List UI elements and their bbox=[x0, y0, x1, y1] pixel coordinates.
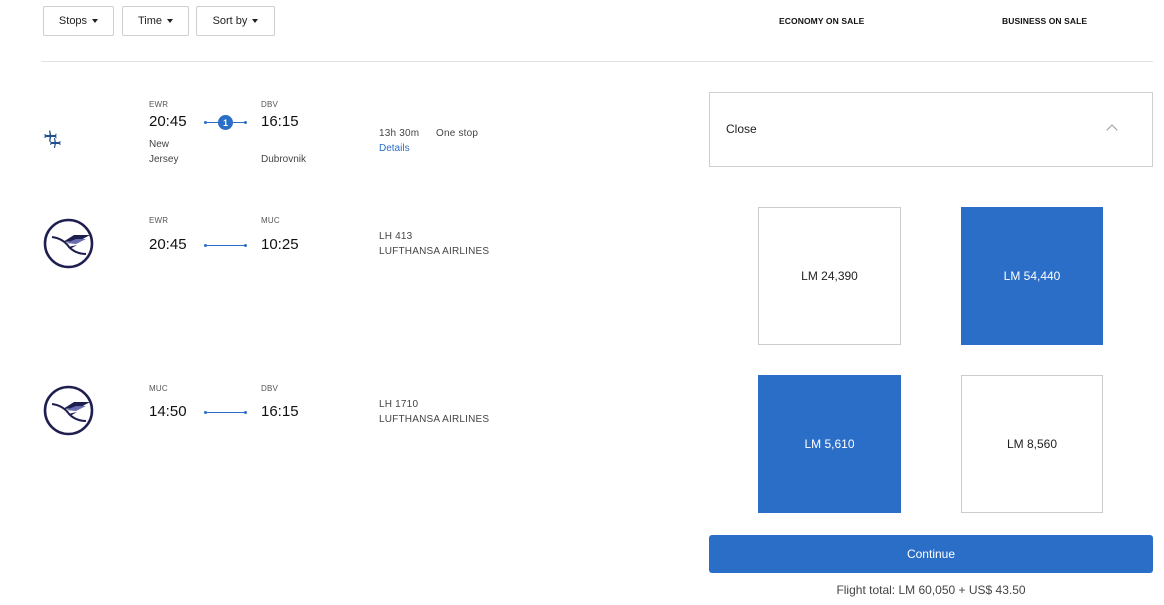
segment-2-flight-number: LH 1710 bbox=[379, 399, 419, 410]
lufthansa-logo bbox=[43, 385, 94, 436]
segment-1-airline: LUFTHANSA AIRLINES bbox=[379, 246, 490, 257]
continue-button[interactable]: Continue bbox=[709, 535, 1153, 573]
lufthansa-logo bbox=[43, 218, 94, 269]
itinerary-depart-city: New Jersey bbox=[149, 139, 179, 165]
fare-price: LM 24,390 bbox=[801, 269, 858, 283]
segment-2-economy-fare[interactable]: LM 5,610 bbox=[758, 375, 901, 513]
caret-down-icon bbox=[167, 19, 174, 23]
itinerary-depart-code: EWR bbox=[149, 100, 169, 109]
segment-1-flight-number: LH 413 bbox=[379, 231, 413, 242]
itinerary-arrive-code: DBV bbox=[261, 100, 279, 109]
stops-filter-button[interactable]: Stops bbox=[43, 6, 114, 36]
segment-1-arrive-code: MUC bbox=[261, 216, 280, 225]
fare-price: LM 8,560 bbox=[1006, 437, 1058, 451]
itinerary-arrive-city: Dubrovnik bbox=[261, 154, 307, 165]
segment-2-airline: LUFTHANSA AIRLINES bbox=[379, 414, 490, 425]
caret-down-icon bbox=[252, 19, 259, 23]
itinerary-stops-text: One stop bbox=[436, 128, 479, 139]
segment-2-arrive-code: DBV bbox=[261, 384, 279, 393]
time-filter-label: Time bbox=[137, 15, 163, 27]
sort-by-label: Sort by bbox=[212, 15, 248, 27]
route-end-dot bbox=[244, 121, 247, 124]
close-details-panel[interactable]: Close bbox=[709, 92, 1153, 167]
fare-price: LM 54,440 bbox=[1003, 269, 1061, 283]
sort-by-button[interactable]: Sort by bbox=[196, 6, 275, 36]
fare-price: LM 5,610 bbox=[804, 437, 855, 451]
stops-count-badge: 1 bbox=[218, 115, 233, 130]
route-end-dot bbox=[244, 244, 247, 247]
segment-1-arrive-time: 10:25 bbox=[261, 236, 299, 253]
itinerary-duration: 13h 30m bbox=[379, 128, 420, 139]
time-filter-button[interactable]: Time bbox=[122, 6, 189, 36]
details-link[interactable]: Details bbox=[379, 143, 410, 154]
segment-1-depart-code: EWR bbox=[149, 216, 169, 225]
segment-1-business-fare[interactable]: LM 54,440 bbox=[961, 207, 1103, 345]
segment-1-depart-time: 20:45 bbox=[149, 236, 187, 253]
segment-2-depart-time: 14:50 bbox=[149, 403, 187, 420]
itinerary-depart-time: 20:45 bbox=[149, 113, 187, 130]
route-end-dot bbox=[244, 411, 247, 414]
connecting-flights-icon bbox=[43, 129, 65, 151]
segment-1-economy-fare[interactable]: LM 24,390 bbox=[758, 207, 901, 345]
segment-2-route-line bbox=[205, 412, 246, 413]
flight-total: Flight total: LM 60,050 + US$ 43.50 bbox=[836, 583, 1026, 597]
segment-1-route-line bbox=[205, 245, 246, 246]
stops-filter-label: Stops bbox=[58, 15, 88, 27]
header-divider bbox=[41, 61, 1153, 62]
segment-2-arrive-time: 16:15 bbox=[261, 403, 299, 420]
caret-down-icon bbox=[92, 19, 99, 23]
chevron-up-icon bbox=[1106, 124, 1118, 136]
segment-2-business-fare[interactable]: LM 8,560 bbox=[961, 375, 1103, 513]
close-label: Close bbox=[726, 122, 757, 136]
business-column-header: BUSINESS ON SALE bbox=[1002, 16, 1088, 26]
economy-column-header: ECONOMY ON SALE bbox=[779, 16, 865, 26]
itinerary-arrive-time: 16:15 bbox=[261, 113, 299, 130]
segment-2-depart-code: MUC bbox=[149, 384, 168, 393]
